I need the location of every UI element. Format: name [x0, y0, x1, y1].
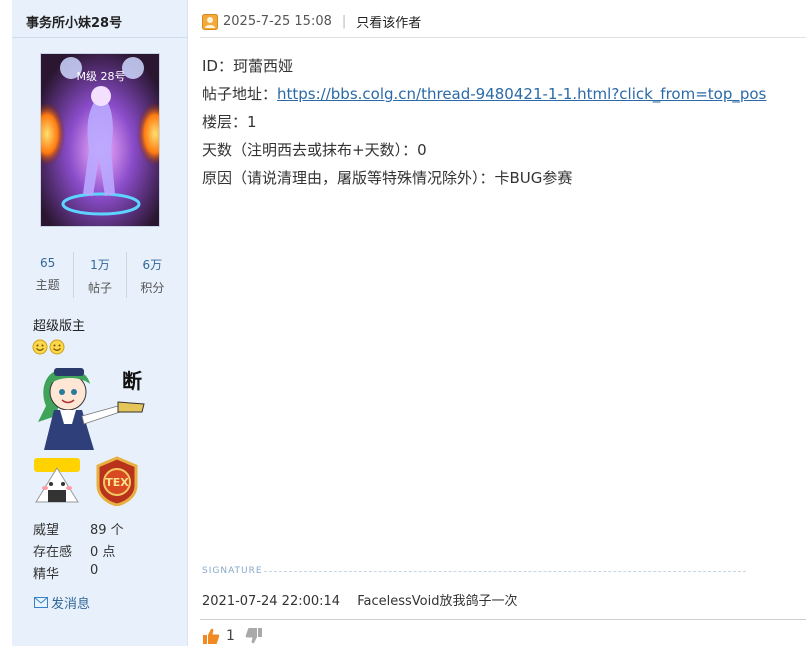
medal-text: TEX — [105, 476, 129, 489]
stat-label: 积分 — [140, 281, 165, 295]
medal-onigiri-icon[interactable] — [32, 456, 82, 506]
post-content: ID：珂蕾西娅 帖子地址：https://bbs.colg.cn/thread-… — [202, 52, 766, 192]
divider — [200, 619, 806, 620]
divider — [200, 37, 806, 38]
envelope-icon — [34, 597, 48, 608]
author-stats: 65 主题 1万 帖子 6万 积分 — [22, 252, 178, 298]
post-line-days: 天数（注明西去或抹布+天数）：0 — [202, 141, 427, 159]
badge-character: 断 — [122, 369, 142, 393]
author-sidebar: 事务所小妹28号 M级 28号 65 主题 1万 帖子 6万 积分 超级版主 断… — [12, 0, 188, 646]
signature-time: 2021-07-24 22:00:14 — [202, 594, 341, 609]
vote-bar: 1 — [202, 627, 263, 645]
info-value: 0 点 — [90, 545, 116, 560]
medals: TEX — [32, 456, 142, 506]
info-key: 威望 — [33, 523, 60, 538]
header-separator: | — [341, 14, 347, 29]
thumbs-down-icon[interactable] — [245, 627, 263, 645]
thread-link[interactable]: https://bbs.colg.cn/thread-9480421-1-1.h… — [277, 85, 766, 103]
author-avatar-icon — [202, 13, 218, 30]
smiley-icon — [49, 339, 65, 355]
stat-label: 主题 — [35, 278, 60, 292]
avatar-image: M级 28号 — [41, 54, 159, 226]
user-group-badge: 断 — [32, 362, 160, 452]
signature-label: SIGNATURE — [202, 566, 263, 576]
only-author-link[interactable]: 只看该作者 — [356, 12, 421, 31]
stat-value: 1万 — [90, 258, 110, 272]
avatar-caption: M级 28号 — [77, 70, 126, 83]
post-line-floor: 楼层：1 — [202, 113, 257, 131]
info-key: 存在感 — [33, 545, 73, 560]
author-name[interactable]: 事务所小妹28号 — [26, 12, 122, 31]
medal-tex-icon[interactable]: TEX — [92, 456, 142, 506]
like-count: 1 — [226, 628, 235, 644]
thumbs-up-icon[interactable] — [202, 627, 220, 645]
stat-value: 65 — [40, 256, 56, 270]
signature-text: FacelessVoid放我鸽子一次 — [357, 594, 518, 609]
stat-threads[interactable]: 65 主题 — [22, 252, 73, 298]
info-row-presence: 存在感 0 点 — [33, 541, 124, 563]
post-url-label: 帖子地址： — [202, 85, 278, 103]
rank-stars — [32, 339, 65, 355]
user-rank[interactable]: 超级版主 — [33, 315, 85, 334]
smiley-icon — [32, 339, 48, 355]
info-key: 精华 — [33, 567, 60, 582]
post-date: 2025-7-25 15:08 — [223, 14, 332, 29]
author-info: 威望 89 个 存在感 0 点 精华 0 — [33, 519, 124, 585]
post-header: 2025-7-25 15:08 | 只看该作者 — [202, 12, 421, 31]
character-badge-image: 断 — [38, 368, 145, 450]
divider — [12, 37, 187, 38]
stat-label: 帖子 — [87, 281, 112, 295]
info-row-essence: 精华 0 — [33, 563, 124, 585]
info-value: 89 个 — [90, 523, 124, 538]
send-message-label: 发消息 — [51, 597, 91, 612]
signature-divider — [264, 571, 746, 572]
send-message-link[interactable]: 发消息 — [34, 593, 90, 612]
post-line-reason: 原因（请说清理由，屠版等特殊情况除外）：卡BUG参赛 — [202, 169, 573, 187]
info-value: 0 — [90, 563, 99, 578]
signature: 2021-07-24 22:00:14 FacelessVoid放我鸽子一次 — [202, 590, 517, 609]
info-row-prestige: 威望 89 个 — [33, 519, 124, 541]
post-line-url: 帖子地址：https://bbs.colg.cn/thread-9480421-… — [202, 80, 766, 108]
stat-posts[interactable]: 1万 帖子 — [73, 252, 125, 298]
post-line-id: ID：珂蕾西娅 — [202, 57, 293, 75]
stat-value: 6万 — [142, 258, 163, 272]
stat-points[interactable]: 6万 积分 — [125, 252, 178, 298]
avatar[interactable]: M级 28号 — [40, 53, 160, 227]
